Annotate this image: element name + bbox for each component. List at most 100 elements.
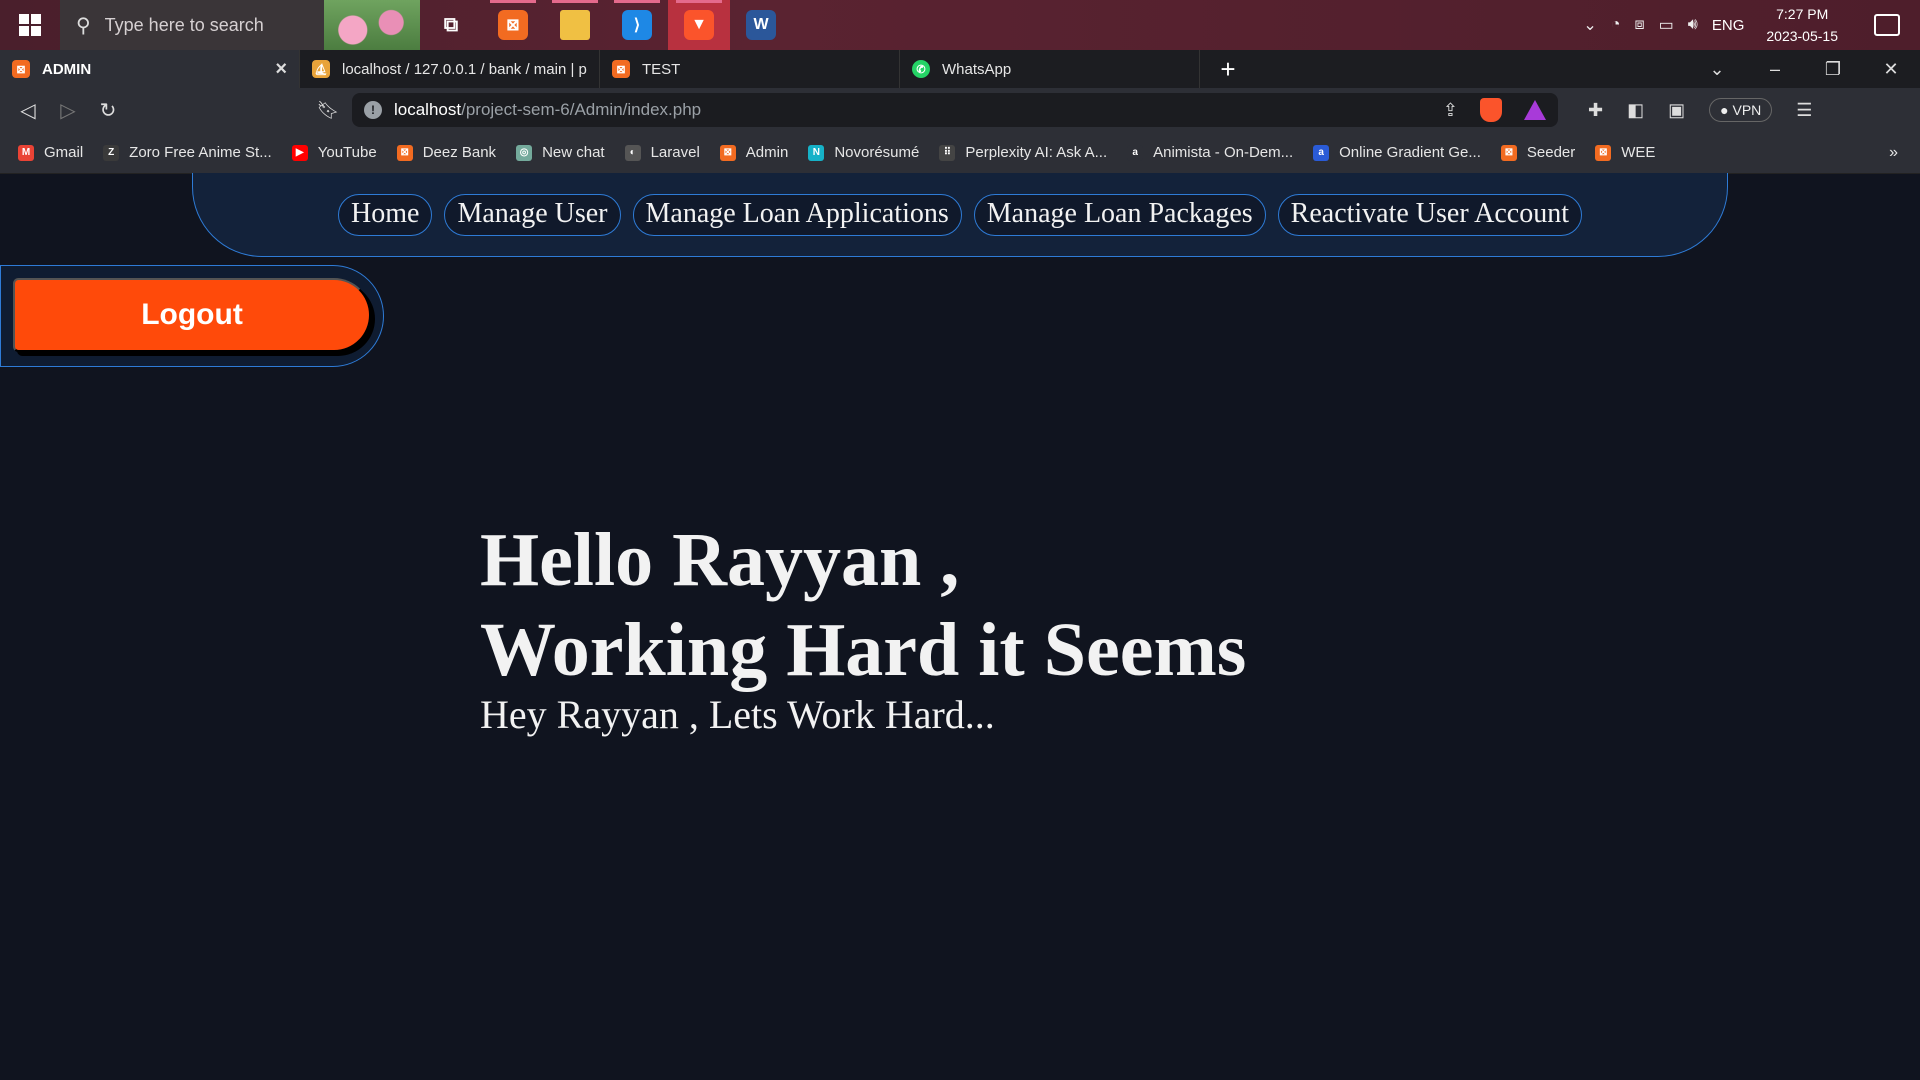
- bookmark-item[interactable]: ⊠ WEE: [1595, 144, 1655, 161]
- bookmark-favicon-icon: a: [1313, 144, 1330, 161]
- nav-home[interactable]: Home: [338, 193, 433, 236]
- task-view-icon: ⧉: [443, 13, 459, 36]
- xampp-icon: ⊠: [498, 10, 528, 40]
- clock-date: 2023-05-15: [1766, 28, 1838, 44]
- meet-now-icon[interactable]: ⧈: [1634, 16, 1644, 34]
- nav-manage-user[interactable]: Manage User: [444, 193, 621, 236]
- chevron-up-icon[interactable]: ⌄: [1583, 15, 1596, 35]
- bookmark-label: Online Gradient Ge...: [1339, 144, 1481, 161]
- bookmark-label: Zoro Free Anime St...: [129, 144, 272, 161]
- bookmark-label: Gmail: [44, 144, 84, 161]
- bookmark-label: Perplexity AI: Ask A...: [965, 144, 1108, 161]
- phpmyadmin-icon: ⛵︎: [312, 60, 330, 78]
- omnibox-actions: ⇪: [1443, 98, 1546, 122]
- vscode-icon: ⟩: [622, 10, 652, 40]
- system-tray: ⌄ ◔ ⧈ ▭ 🔊︎ ENG 7:27 PM 2023-05-15: [1583, 3, 1920, 47]
- tab-phpmyadmin[interactable]: ⛵︎ localhost / 127.0.0.1 / bank / main |…: [300, 50, 600, 88]
- tab-whatsapp[interactable]: ✆ WhatsApp: [900, 50, 1200, 88]
- bookmark-item[interactable]: ⠿ Perplexity AI: Ask A...: [939, 144, 1107, 161]
- logout-button[interactable]: Logout: [13, 278, 371, 352]
- nav-manage-loan-packages[interactable]: Manage Loan Packages: [973, 193, 1266, 236]
- brave-icon: ▼: [684, 10, 714, 40]
- bookmark-favicon-icon: ⊠: [1500, 144, 1517, 161]
- bookmark-favicon-icon: ▶: [291, 144, 308, 161]
- bookmark-item[interactable]: ◎ New chat: [516, 144, 605, 161]
- windows-taskbar: ⚲ Type here to search ⧉ ⊠ ⟩ ▼ W ⌄ ◔ ⧈ ▭ …: [0, 0, 1920, 50]
- tab-title: ADMIN: [42, 60, 92, 78]
- bookmark-label: Admin: [745, 144, 789, 161]
- battery-icon[interactable]: ▭: [1659, 15, 1674, 35]
- bookmark-item[interactable]: a Online Gradient Ge...: [1313, 144, 1481, 161]
- new-tab-button[interactable]: +: [1200, 50, 1256, 88]
- page-viewport: Home Manage User Manage Loan Application…: [0, 173, 1920, 1080]
- bookmark-item[interactable]: Z Zoro Free Anime St...: [103, 144, 272, 161]
- bookmark-item[interactable]: N Novorésumé: [808, 144, 919, 161]
- share-icon[interactable]: ⇪: [1443, 100, 1458, 121]
- sidebar-icon[interactable]: ◧: [1627, 100, 1644, 121]
- start-button[interactable]: [0, 0, 60, 50]
- vpn-label: VPN: [1732, 102, 1762, 118]
- taskbar-brave[interactable]: ▼: [668, 0, 730, 50]
- tab-search-icon[interactable]: ⌄: [1688, 59, 1746, 80]
- restore-icon[interactable]: ❐: [1804, 59, 1862, 80]
- lotus-decoration-icon: [324, 0, 420, 50]
- word-icon: W: [746, 10, 776, 40]
- bookmark-favicon-icon: ⊠: [396, 144, 413, 161]
- more-bookmarks-icon[interactable]: »: [1889, 144, 1898, 162]
- bookmark-favicon-icon: M: [18, 144, 34, 161]
- wallet-icon[interactable]: ▣: [1668, 100, 1685, 121]
- bookmark-item[interactable]: ▶ YouTube: [291, 144, 377, 161]
- bookmark-icon[interactable]: 🔖︎: [308, 100, 348, 121]
- taskbar-search-placeholder: Type here to search: [104, 14, 264, 35]
- forward-icon[interactable]: ▷: [48, 98, 88, 123]
- bookmark-item[interactable]: ⊠ Deez Bank: [396, 144, 497, 161]
- taskbar-xampp[interactable]: ⊠: [482, 0, 544, 50]
- folder-icon: [560, 10, 590, 40]
- taskbar-search[interactable]: ⚲ Type here to search: [60, 0, 420, 50]
- address-bar[interactable]: ! localhost/project-sem-6/Admin/index.ph…: [352, 93, 1558, 127]
- bookmark-item[interactable]: ◐ Laravel: [624, 144, 700, 161]
- bookmark-item[interactable]: ⊠ Admin: [719, 144, 789, 161]
- greeting-line-2: Working Hard it Seems: [480, 608, 1247, 692]
- bookmark-label: WEE: [1621, 144, 1656, 161]
- window-controls: ⌄ – ❐ ✕: [1688, 50, 1920, 88]
- extensions-icon[interactable]: ✚: [1588, 100, 1603, 121]
- back-icon[interactable]: ◁: [8, 98, 48, 123]
- taskbar-vscode[interactable]: ⟩: [606, 0, 668, 50]
- nav-reactivate-user-account[interactable]: Reactivate User Account: [1277, 193, 1582, 236]
- notification-center-icon[interactable]: [1874, 14, 1900, 36]
- taskbar-word[interactable]: W: [730, 0, 792, 50]
- xampp-icon: ⊠: [612, 60, 630, 78]
- close-tab-icon[interactable]: ×: [275, 58, 287, 81]
- windows-icon: [19, 14, 41, 36]
- nav-manage-loan-applications[interactable]: Manage Loan Applications: [632, 193, 962, 236]
- bookmark-favicon-icon: Z: [103, 144, 120, 161]
- logout-container: Logout: [0, 265, 384, 367]
- reload-icon[interactable]: ↻: [88, 98, 128, 123]
- taskbar-file-explorer[interactable]: [544, 0, 606, 50]
- minimize-icon[interactable]: –: [1746, 59, 1804, 80]
- close-window-icon[interactable]: ✕: [1862, 59, 1920, 80]
- menu-icon[interactable]: ☰: [1796, 100, 1812, 121]
- site-info-icon[interactable]: !: [364, 101, 382, 119]
- brave-rewards-icon[interactable]: [1524, 100, 1546, 120]
- task-view-button[interactable]: ⧉: [420, 0, 482, 50]
- bookmark-favicon-icon: ◐: [624, 144, 641, 161]
- wifi-icon[interactable]: ◔: [1611, 16, 1621, 34]
- bookmark-favicon-icon: N: [808, 144, 825, 161]
- clock[interactable]: 7:27 PM 2023-05-15: [1766, 3, 1838, 47]
- bookmark-label: Deez Bank: [422, 144, 497, 161]
- language-indicator[interactable]: ENG: [1712, 17, 1745, 34]
- vpn-button[interactable]: ● VPN: [1709, 98, 1773, 122]
- bookmark-item[interactable]: ⊠ Seeder: [1500, 144, 1575, 161]
- brave-shields-icon[interactable]: [1480, 98, 1502, 122]
- tab-test[interactable]: ⊠ TEST: [600, 50, 900, 88]
- bookmark-label: Animista - On-Dem...: [1153, 144, 1294, 161]
- tab-admin[interactable]: ⊠ ADMIN ×: [0, 50, 300, 88]
- bookmark-item[interactable]: a Animista - On-Dem...: [1127, 144, 1293, 161]
- volume-icon[interactable]: 🔊︎: [1688, 16, 1698, 34]
- tab-title: localhost / 127.0.0.1 / bank / main | ph: [342, 60, 587, 78]
- search-icon: ⚲: [76, 14, 91, 37]
- clock-time: 7:27 PM: [1776, 6, 1829, 22]
- bookmark-item[interactable]: M Gmail: [18, 144, 83, 161]
